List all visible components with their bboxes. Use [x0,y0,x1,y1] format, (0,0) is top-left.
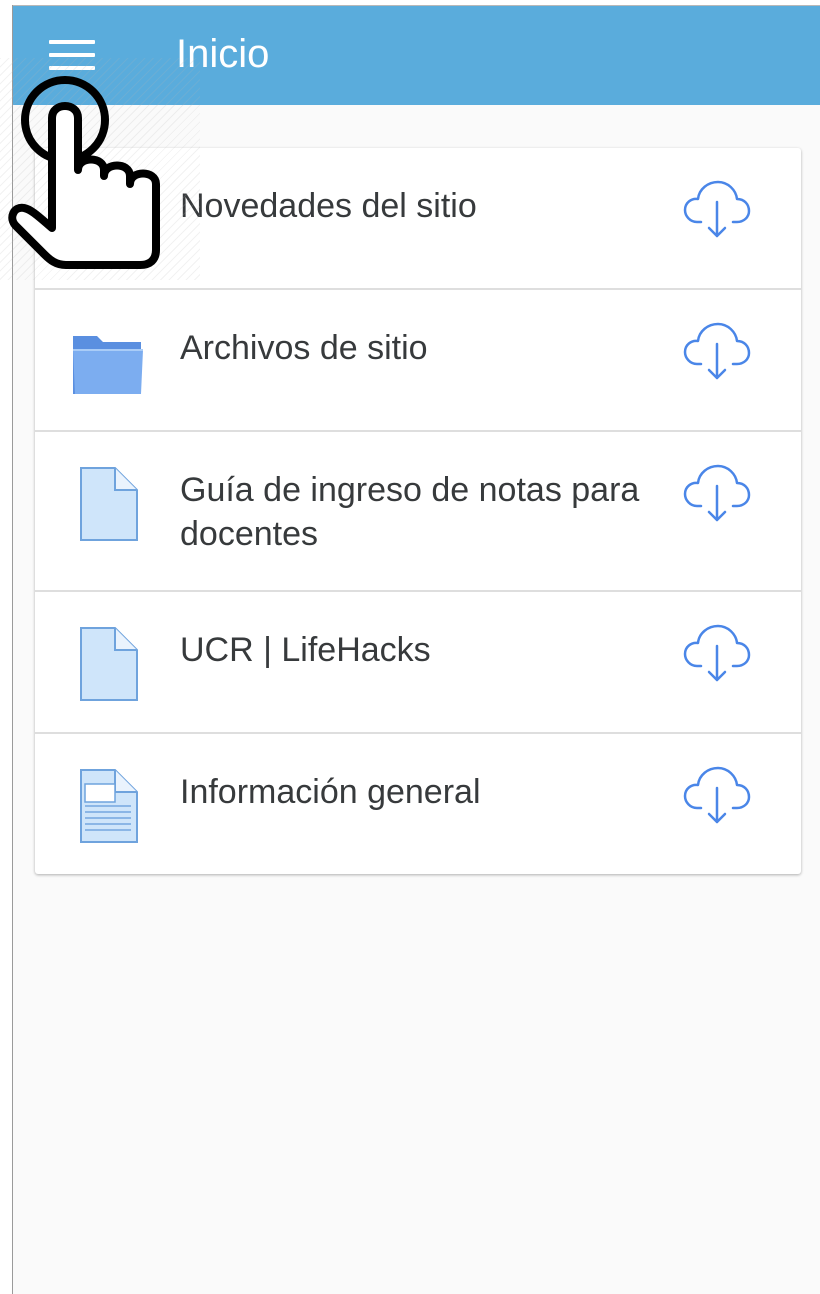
list-item-label: Archivos de sitio [180,329,428,367]
list-item-archivos[interactable]: Archivos de sitio [35,290,801,432]
cloud-download-icon[interactable] [683,178,751,240]
tap-highlight-area [0,58,200,280]
list-item-ucr-lifehacks[interactable]: UCR | LifeHacks [35,592,801,734]
list-item-guia[interactable]: Guía de ingreso de notas para docentes [35,432,801,592]
list-item-informacion[interactable]: Información general [35,734,801,874]
cloud-download-icon[interactable] [683,622,751,684]
hamburger-menu-icon [49,40,95,44]
hamburger-menu-icon-bar [49,53,95,57]
folder-icon [73,336,143,394]
cloud-download-icon[interactable] [683,764,751,826]
list-item-label: Guía de ingreso de notas para docentes [180,471,640,553]
cloud-download-icon[interactable] [683,320,751,382]
page-icon [80,769,138,843]
screen: Inicio Novedades del sitio Archivos de s… [0,0,820,1294]
file-icon [80,627,138,701]
list-item-label: Novedades del sitio [180,187,477,225]
cloud-download-icon[interactable] [683,462,751,524]
file-icon [80,467,138,541]
list-item-label: UCR | LifeHacks [180,631,431,669]
list-item-label: Información general [180,773,481,811]
